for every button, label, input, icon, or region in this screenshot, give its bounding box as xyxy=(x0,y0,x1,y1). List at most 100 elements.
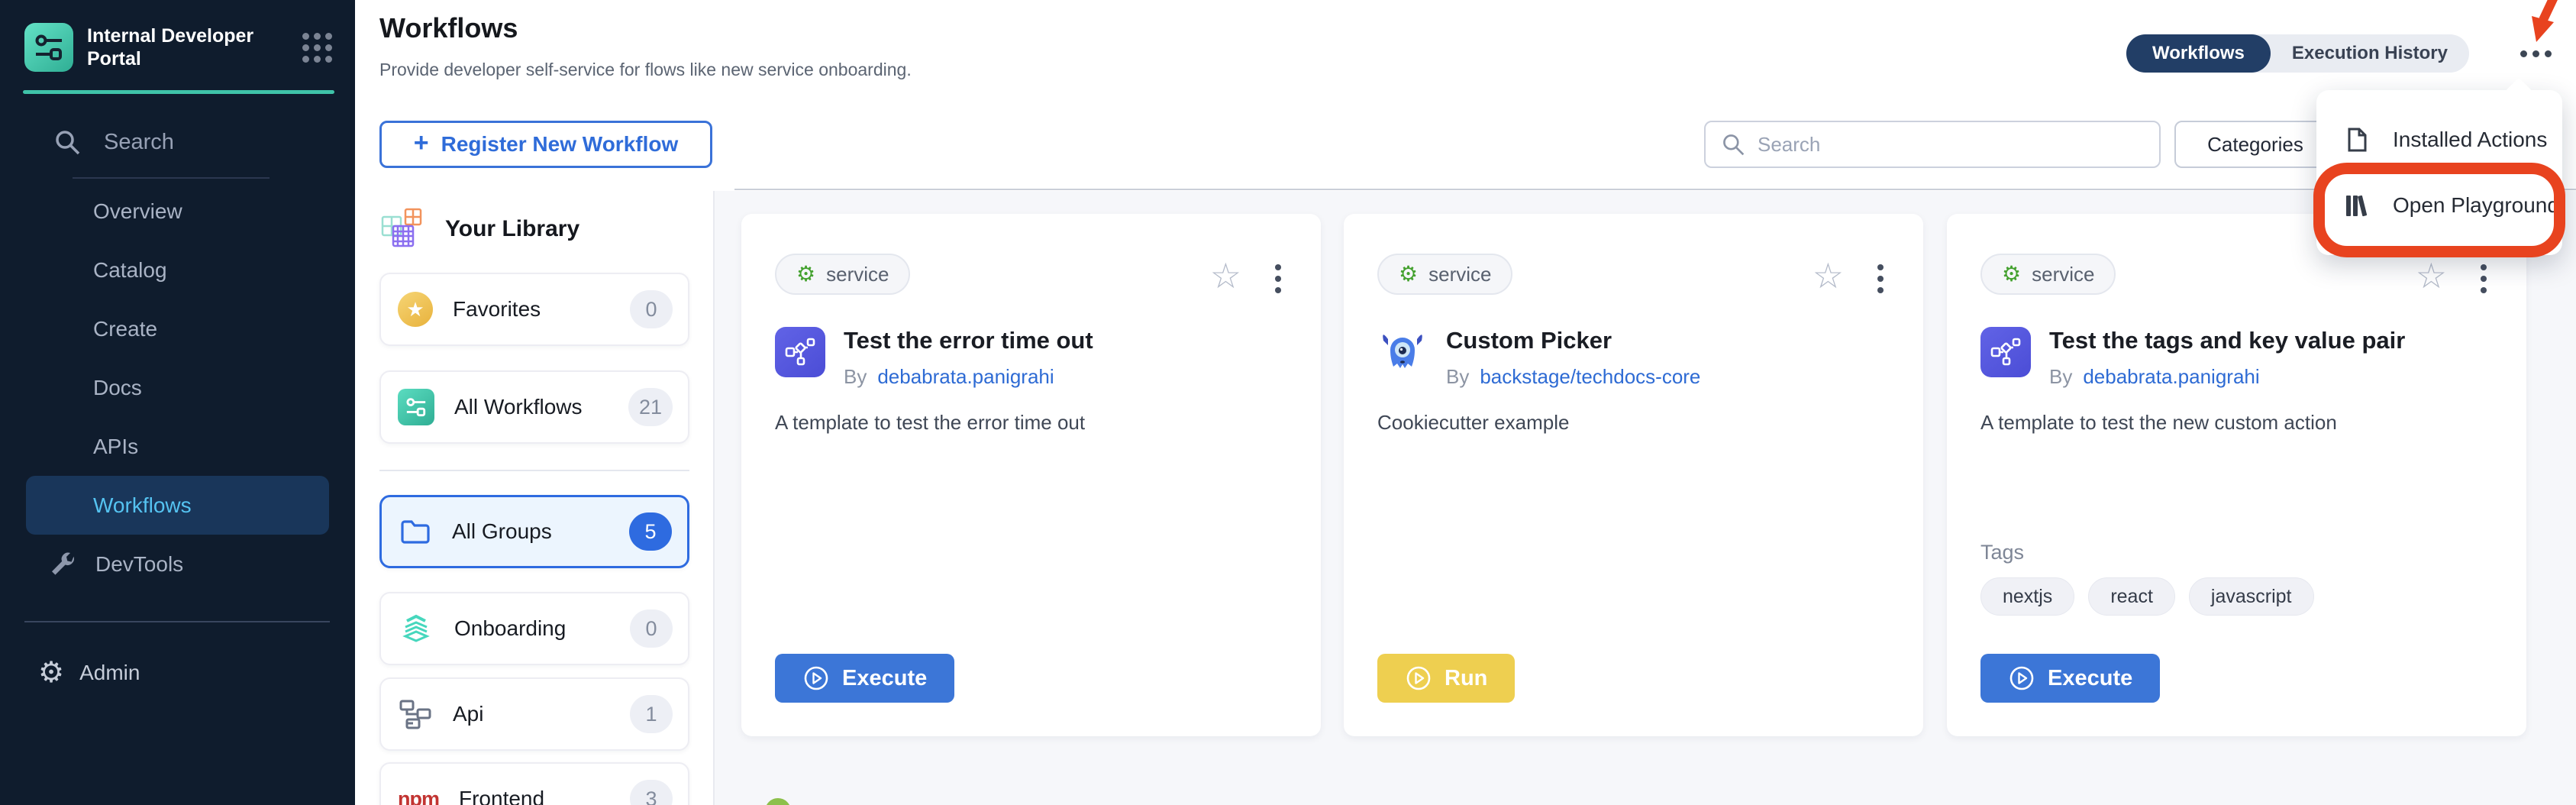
gear-icon: ⚙ xyxy=(38,658,64,687)
menu-item-installed-actions[interactable]: Installed Actions xyxy=(2316,107,2562,173)
type-chip: ⚙ service xyxy=(775,254,910,295)
play-icon xyxy=(1405,664,1432,692)
workflow-card: ⚙ service ☆ Test the error time out xyxy=(741,214,1321,736)
document-icon xyxy=(2344,127,2370,153)
next-section-title-clipped xyxy=(818,800,1017,805)
card-title: Test the tags and key value pair xyxy=(2049,327,2405,354)
author-link[interactable]: debabrata.panigrahi xyxy=(2083,365,2259,389)
sidebar-item-overview[interactable]: Overview xyxy=(0,182,355,241)
sidebar-item-catalog[interactable]: Catalog xyxy=(0,241,355,299)
service-gear-icon: ⚙ xyxy=(796,263,815,285)
wrench-icon xyxy=(50,551,77,578)
play-icon xyxy=(802,664,830,692)
sidebar-bottom-divider xyxy=(24,621,330,622)
npm-icon: npm xyxy=(398,787,439,805)
filter-frontend[interactable]: npm Frontend 3 xyxy=(379,762,689,805)
sidebar-item-admin[interactable]: ⚙ Admin xyxy=(38,658,140,687)
count-badge: 0 xyxy=(630,290,673,328)
page-header: Workflows Provide developer self-service… xyxy=(355,0,2576,191)
sidebar-item-create[interactable]: Create xyxy=(0,299,355,358)
tags-label: Tags xyxy=(1980,541,2024,564)
star-badge-icon: ★ xyxy=(398,292,433,327)
run-button[interactable]: Run xyxy=(1377,654,1515,703)
sidebar-item-workflows[interactable]: Workflows xyxy=(26,476,329,535)
filter-all-groups[interactable]: All Groups 5 xyxy=(379,495,689,568)
flowchart-badge-icon xyxy=(775,327,825,377)
plus-icon: + xyxy=(414,128,429,158)
execute-button[interactable]: Execute xyxy=(1980,654,2160,703)
more-options-ellipsis-icon[interactable] xyxy=(2516,46,2556,62)
service-gear-icon: ⚙ xyxy=(2002,263,2021,285)
card-title-row: Test the tags and key value pair Bydebab… xyxy=(1980,327,2405,389)
register-new-workflow-button[interactable]: + Register New Workflow xyxy=(379,121,712,168)
library-header: Your Library xyxy=(378,205,579,254)
sidebar-search-label: Search xyxy=(104,130,174,155)
card-title-row: Test the error time out Bydebabrata.pani… xyxy=(775,327,1093,389)
search-input[interactable] xyxy=(1758,133,2144,157)
section-divider xyxy=(734,189,2576,190)
layers-icon xyxy=(398,610,434,647)
tag-chip[interactable]: react xyxy=(2088,577,2175,616)
library-title: Your Library xyxy=(445,216,579,242)
count-badge: 1 xyxy=(630,695,673,733)
page-subtitle: Provide developer self-service for flows… xyxy=(379,60,912,80)
logo-row: Internal Developer Portal xyxy=(24,23,332,72)
categories-button[interactable]: Categories xyxy=(2174,121,2336,168)
count-badge: 3 xyxy=(630,780,673,805)
view-toggle: Workflows Execution History xyxy=(2126,34,2469,73)
card-kebab-menu-icon[interactable] xyxy=(2478,261,2490,296)
next-section-icon xyxy=(765,798,791,805)
tag-chip[interactable]: nextjs xyxy=(1980,577,2074,616)
menu-item-open-playground[interactable]: Open Playground xyxy=(2316,173,2562,238)
filter-onboarding[interactable]: Onboarding 0 xyxy=(379,592,689,665)
type-chip: ⚙ service xyxy=(1377,254,1512,295)
count-badge: 21 xyxy=(628,388,673,426)
type-chip: ⚙ service xyxy=(1980,254,2116,295)
tag-chip[interactable]: javascript xyxy=(2189,577,2314,616)
favorite-star-icon[interactable]: ☆ xyxy=(2416,255,2447,296)
folder-icon xyxy=(399,515,432,548)
monster-icon xyxy=(1377,327,1428,377)
service-gear-icon: ⚙ xyxy=(1399,263,1418,285)
sidebar-search-divider xyxy=(73,177,270,179)
sidebar-accent-divider xyxy=(23,90,334,94)
play-icon xyxy=(2008,664,2035,692)
sidebar-item-devtools[interactable]: DevTools xyxy=(0,535,355,593)
card-description: A template to test the new custom action xyxy=(1980,411,2496,435)
card-title: Test the error time out xyxy=(844,327,1093,354)
favorite-star-icon[interactable]: ☆ xyxy=(1210,255,1241,296)
more-options-menu: Installed Actions Open Playground xyxy=(2316,90,2562,255)
app-window: Internal Developer Portal Search Overvie… xyxy=(0,0,2576,805)
author-link[interactable]: backstage/techdocs-core xyxy=(1480,365,1700,389)
workflow-card: ⚙ service ☆ Test the tags and key value … xyxy=(1947,214,2526,736)
filter-api[interactable]: Api 1 xyxy=(379,677,689,751)
sidebar-item-apis[interactable]: APIs xyxy=(0,417,355,476)
library-icon xyxy=(2344,192,2370,218)
sidebar-search[interactable]: Search xyxy=(53,128,174,156)
workflow-search-field[interactable] xyxy=(1704,121,2161,168)
tab-workflows[interactable]: Workflows xyxy=(2126,34,2271,73)
sidebar-nav: Overview Catalog Create Docs APIs Workfl… xyxy=(0,182,355,593)
portal-title: Internal Developer Portal xyxy=(87,24,261,70)
filter-favorites[interactable]: ★ Favorites 0 xyxy=(379,273,689,346)
card-kebab-menu-icon[interactable] xyxy=(1874,261,1887,296)
tags-row: nextjs react javascript xyxy=(1980,577,2314,616)
flowchart-badge-icon xyxy=(1980,327,2031,377)
execute-button[interactable]: Execute xyxy=(775,654,954,703)
filter-all-workflows[interactable]: All Workflows 21 xyxy=(379,370,689,444)
favorite-star-icon[interactable]: ☆ xyxy=(1813,255,1844,296)
card-kebab-menu-icon[interactable] xyxy=(1272,261,1284,296)
card-description: Cookiecutter example xyxy=(1377,411,1893,435)
card-title: Custom Picker xyxy=(1446,327,1700,354)
library-sidebar: Your Library ★ Favorites 0 All Workflows… xyxy=(355,191,715,805)
workflow-icon xyxy=(398,389,434,425)
apps-grid-icon[interactable] xyxy=(302,33,332,63)
author-link[interactable]: debabrata.panigrahi xyxy=(877,365,1054,389)
workflow-cards-area: ⚙ service ☆ Test the error time out xyxy=(715,191,2576,805)
card-description: A template to test the error time out xyxy=(775,411,1290,435)
count-badge: 5 xyxy=(629,512,672,551)
sidebar-item-docs[interactable]: Docs xyxy=(0,358,355,417)
page-title: Workflows xyxy=(379,12,518,44)
portal-logo-icon xyxy=(24,23,73,72)
tab-execution-history[interactable]: Execution History xyxy=(2271,34,2469,73)
